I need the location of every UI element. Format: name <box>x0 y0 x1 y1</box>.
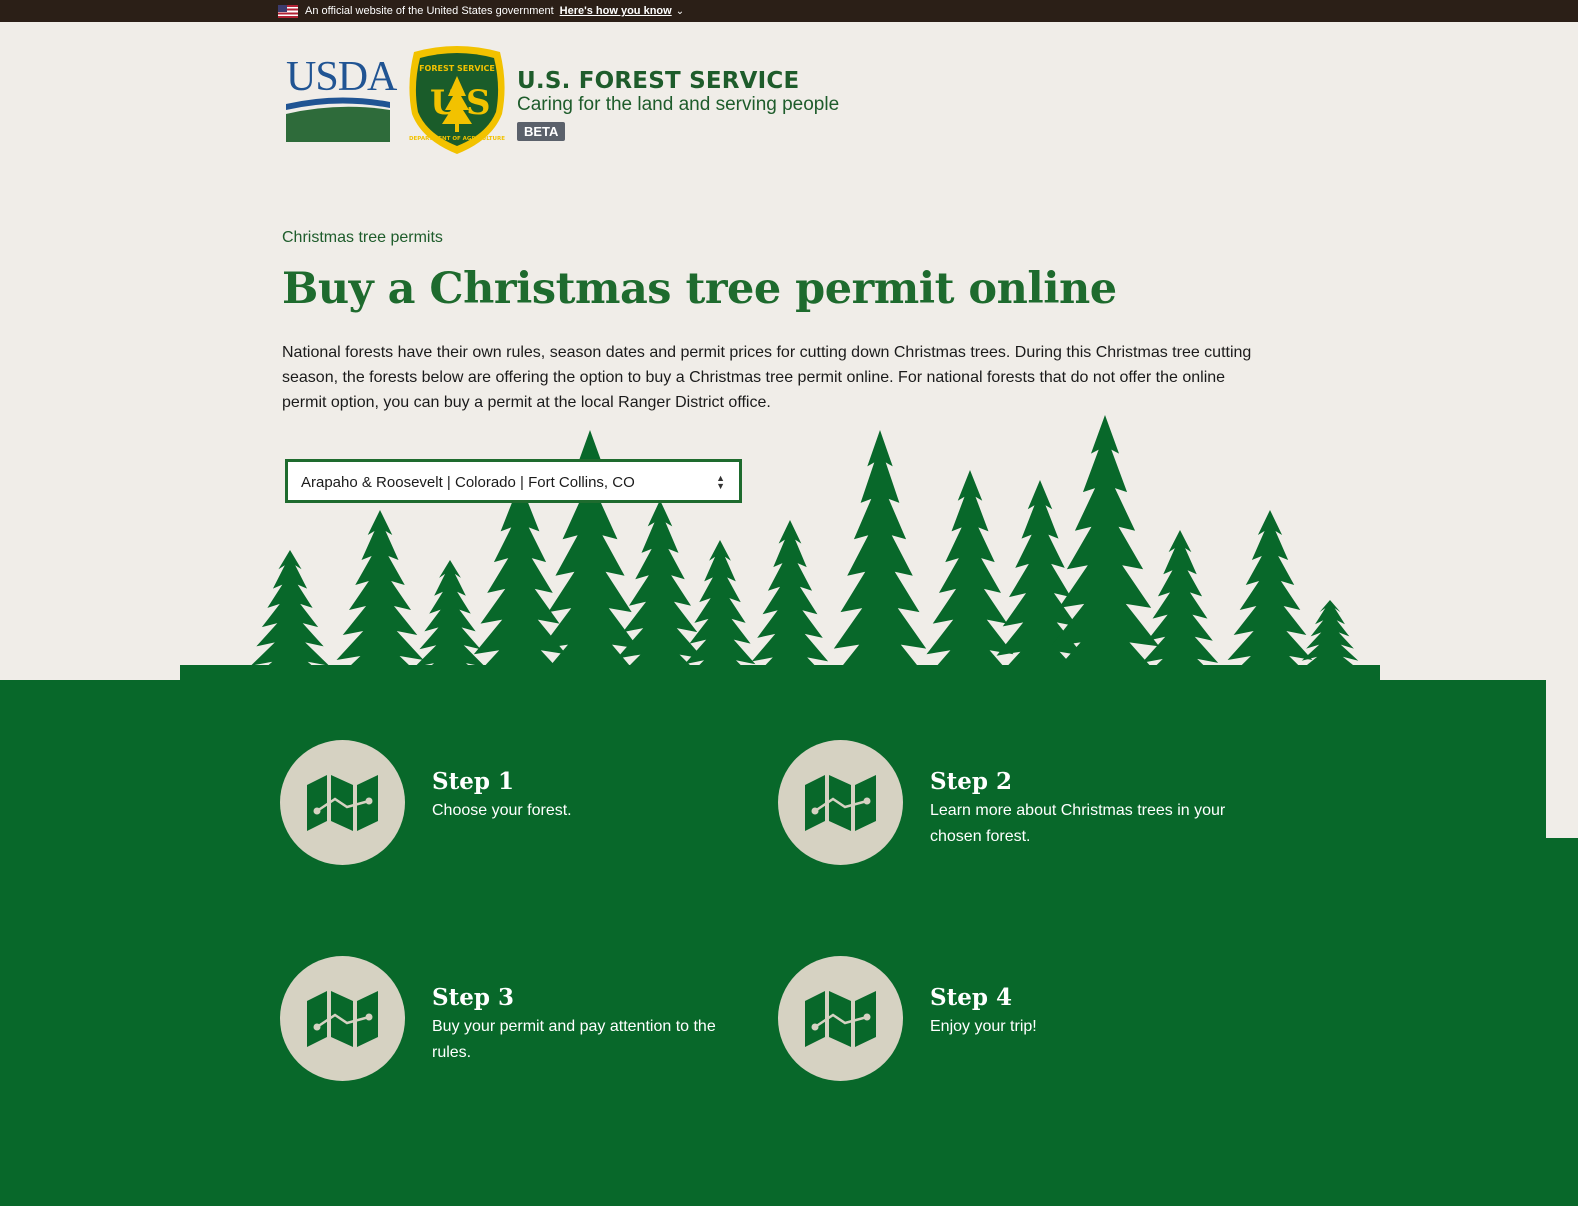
step-4-title: Step 4 <box>930 984 1012 1011</box>
agency-tagline: Caring for the land and serving people <box>517 94 840 115</box>
step-3: Step 3 Buy your permit and pay attention… <box>280 956 750 1086</box>
usda-logo-text: USDA <box>286 54 397 100</box>
right-edge-strip <box>1546 838 1578 1206</box>
step-3-title: Step 3 <box>432 984 514 1011</box>
tree-silhouette <box>746 520 834 685</box>
shield-bottom-text: DEPARTMENT OF AGRICULTURE <box>409 136 505 142</box>
breadcrumb[interactable]: Christmas tree permits <box>282 229 443 247</box>
beta-badge: BETA <box>517 122 566 141</box>
tree-silhouettes-illustration <box>180 415 1380 685</box>
agency-name[interactable]: U.S. FOREST SERVICE <box>517 68 799 94</box>
site-header: USDA FOREST SERVICE U S DEPARTMENT OF AG… <box>284 42 884 162</box>
forest-service-shield-icon[interactable]: FOREST SERVICE U S DEPARTMENT OF AGRICUL… <box>406 44 508 156</box>
page-title: Buy a Christmas tree permit online <box>282 264 1117 314</box>
usda-logo[interactable]: USDA <box>284 56 397 142</box>
step-4-circle <box>778 956 903 1081</box>
tree-silhouette <box>330 510 430 685</box>
step-4-description: Enjoy your trip! <box>930 1018 1037 1035</box>
tree-silhouette <box>679 540 761 685</box>
chevron-down-icon[interactable]: ⌄ <box>676 6 684 17</box>
forest-select-value: Arapaho & Roosevelt | Colorado | Fort Co… <box>301 474 635 491</box>
step-2: Step 2 Learn more about Christmas trees … <box>778 740 1248 870</box>
heres-how-you-know-link[interactable]: Here's how you know <box>560 5 672 17</box>
step-1: Step 1 Choose your forest. <box>280 740 750 870</box>
map-icon <box>307 991 378 1047</box>
steps-section: Step 1 Choose your forest. Step 2 Learn … <box>0 680 1546 1206</box>
usda-logo-swoosh-icon <box>286 97 390 142</box>
gov-banner-text: An official website of the United States… <box>305 5 554 17</box>
select-arrows-icon: ▲ ▼ <box>716 473 725 491</box>
map-icon <box>307 775 378 831</box>
gov-banner: An official website of the United States… <box>0 0 1578 22</box>
step-2-description: Learn more about Christmas trees in your… <box>930 802 1226 845</box>
step-1-description: Choose your forest. <box>432 802 572 819</box>
tree-silhouette <box>245 550 335 685</box>
intro-paragraph: National forests have their own rules, s… <box>282 344 1252 411</box>
shield-top-text: FOREST SERVICE <box>419 64 495 73</box>
forest-select[interactable]: Arapaho & Roosevelt | Colorado | Fort Co… <box>285 459 742 503</box>
step-2-circle <box>778 740 903 865</box>
step-4: Step 4 Enjoy your trip! <box>778 956 1248 1086</box>
step-2-title: Step 2 <box>930 768 1012 795</box>
tree-silhouette <box>1042 415 1168 685</box>
map-icon <box>805 991 876 1047</box>
step-3-description: Buy your permit and pay attention to the… <box>432 1018 716 1061</box>
shield-letter-s: S <box>466 83 491 123</box>
tree-silhouette <box>827 430 933 685</box>
step-1-title: Step 1 <box>432 768 514 795</box>
map-icon <box>805 775 876 831</box>
step-3-circle <box>280 956 405 1081</box>
us-flag-icon <box>278 4 298 18</box>
step-1-circle <box>280 740 405 865</box>
